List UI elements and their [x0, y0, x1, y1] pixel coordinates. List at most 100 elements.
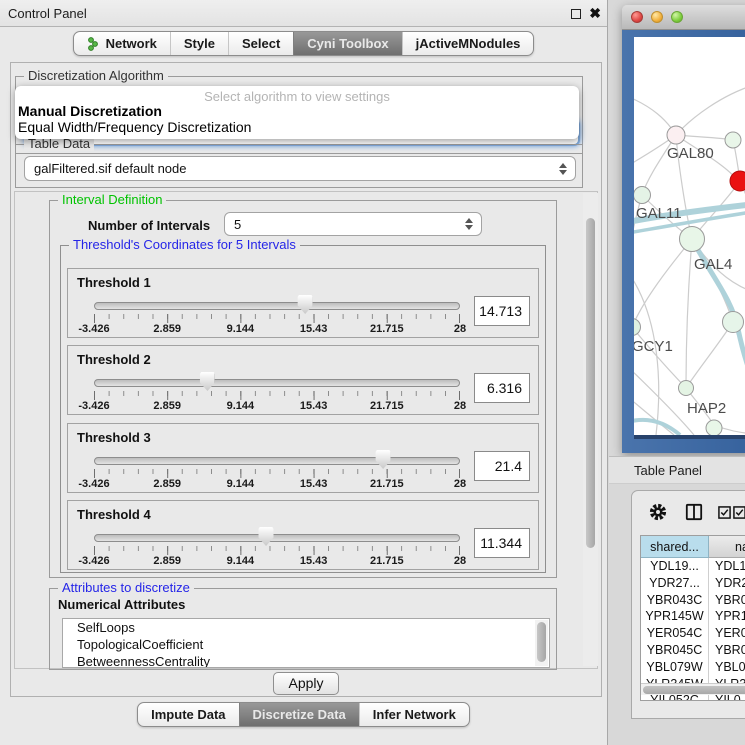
threshold-3-slider[interactable]: -3.426 2.859 9.144 15.43 21.715 28: [94, 454, 460, 488]
close-button[interactable]: [631, 11, 643, 23]
network-icon: [87, 37, 100, 51]
list-scrollbar[interactable]: [535, 620, 548, 666]
table-row[interactable]: YDL19... YDL1: [641, 558, 745, 575]
slider-thumb[interactable]: [298, 295, 313, 314]
threshold-3-value-field[interactable]: 21.4: [474, 451, 530, 481]
cell-shared-name[interactable]: YER054C: [641, 625, 709, 642]
cell-name[interactable]: YPR1: [709, 608, 745, 625]
tab-discretize-data[interactable]: Discretize Data: [239, 703, 359, 726]
threshold-1-slider[interactable]: -3.426 2.859 9.144 15.43 21.715 28: [94, 299, 460, 333]
cell-shared-name[interactable]: YBR045C: [641, 642, 709, 659]
tab-jactivemnodules[interactable]: jActiveMNodules: [402, 32, 534, 55]
tab-cyni-toolbox[interactable]: Cyni Toolbox: [293, 32, 401, 55]
float-window-icon[interactable]: [571, 9, 581, 19]
cell-shared-name[interactable]: YBL079W: [641, 659, 709, 676]
table-row[interactable]: YBR043C YBR0: [641, 592, 745, 609]
node-label-gal11: GAL11: [636, 205, 682, 222]
cell-name[interactable]: YER0: [709, 625, 745, 642]
cell-name[interactable]: YDL1: [709, 558, 745, 575]
node-selected-red[interactable]: [730, 171, 745, 191]
scrollbar-thumb[interactable]: [643, 686, 745, 694]
minimize-button[interactable]: [651, 11, 663, 23]
table-row[interactable]: YBL079W YBL0: [641, 659, 745, 676]
attributes-to-discretize-group: Attributes to discretize Numerical Attri…: [49, 588, 557, 670]
list-item[interactable]: TopologicalCoefficient: [63, 636, 549, 653]
slider-track[interactable]: [94, 457, 460, 465]
tab-impute-data[interactable]: Impute Data: [138, 703, 238, 726]
slider-thumb[interactable]: [200, 372, 215, 391]
tick-label: -3.426: [78, 323, 109, 335]
threshold-2-slider[interactable]: -3.426 2.859 9.144 15.43 21.715 28: [94, 376, 460, 410]
combo-arrows-icon: [559, 163, 567, 175]
select-all-checkbox-icon[interactable]: [718, 506, 731, 519]
node-gal4[interactable]: [680, 227, 705, 252]
deselect-all-checkbox-icon[interactable]: [733, 506, 745, 519]
column-header-shared-name[interactable]: shared...: [641, 536, 709, 558]
tick-label: 21.715: [370, 478, 404, 490]
cell-shared-name[interactable]: YPR145W: [641, 608, 709, 625]
cell-name[interactable]: YBR0: [709, 642, 745, 659]
close-icon[interactable]: ✖: [589, 5, 601, 22]
tick-label: 21.715: [370, 323, 404, 335]
node-hap2[interactable]: [679, 381, 694, 396]
slider-thumb[interactable]: [259, 527, 274, 546]
threshold-3-group: Threshold 3 -3.426 2.859 9.144 15.43 21.…: [67, 423, 539, 493]
network-canvas[interactable]: GAL80 G C GAL11 GAL4 GCY1 H HAP2: [634, 37, 745, 435]
node-top-right[interactable]: [725, 132, 741, 148]
node-gcy1[interactable]: [634, 319, 641, 336]
table-row[interactable]: YDR27... YDR2: [641, 575, 745, 592]
column-header-name[interactable]: na: [709, 536, 745, 558]
tab-network-label: Network: [106, 36, 157, 51]
table-row[interactable]: YBR045C YBR0: [641, 642, 745, 659]
slider-track[interactable]: [94, 379, 460, 387]
cell-shared-name[interactable]: YDR27...: [641, 575, 709, 592]
threshold-1-value-field[interactable]: 14.713: [474, 296, 530, 326]
cell-name[interactable]: YDR2: [709, 575, 745, 592]
node-gal80[interactable]: [667, 126, 685, 144]
slider-track[interactable]: [94, 534, 460, 542]
tick-label: 15.43: [300, 323, 328, 335]
table-row[interactable]: YPR145W YPR1: [641, 608, 745, 625]
table-data-group: Table Data galFiltered.sif default node: [15, 144, 583, 188]
slider-track[interactable]: [94, 302, 460, 310]
network-window-titlebar[interactable]: [622, 5, 745, 30]
tab-network[interactable]: Network: [74, 32, 170, 55]
settings-scrollbar[interactable]: [583, 193, 598, 666]
threshold-4-value-field[interactable]: 11.344: [474, 528, 530, 558]
tab-style[interactable]: Style: [170, 32, 228, 55]
table-horizontal-scrollbar[interactable]: [641, 683, 745, 695]
node-bottom-partial[interactable]: [706, 420, 722, 435]
table-settings-gear-icon[interactable]: [649, 503, 667, 521]
tab-impute-data-label: Impute Data: [151, 707, 225, 722]
cell-shared-name[interactable]: YDL19...: [641, 558, 709, 575]
settings-scrollpane: Interval Definition Number of Intervals …: [14, 191, 598, 669]
table-panel: shared... na YDL19... YDL1 YDR27... YDR2…: [631, 490, 745, 719]
column-layout-icon[interactable]: [685, 503, 703, 521]
slider-ticks: [94, 469, 460, 478]
tab-infer-network[interactable]: Infer Network: [359, 703, 469, 726]
algorithm-dropdown-popup: Select algorithm to view settings Manual…: [15, 86, 579, 139]
dropdown-placeholder-item[interactable]: Select algorithm to view settings: [15, 86, 579, 103]
dropdown-option-equal-width-frequency[interactable]: Equal Width/Frequency Discretization: [15, 119, 579, 135]
threshold-2-value-field[interactable]: 6.316: [474, 373, 530, 403]
tab-infer-network-label: Infer Network: [373, 707, 456, 722]
tab-select[interactable]: Select: [228, 32, 293, 55]
slider-thumb[interactable]: [376, 450, 391, 469]
apply-button[interactable]: Apply: [273, 672, 339, 695]
table-row[interactable]: YER054C YER0: [641, 625, 745, 642]
node-right-mid[interactable]: [723, 312, 744, 333]
table-data-combobox[interactable]: galFiltered.sif default node: [24, 156, 576, 181]
node-gal11[interactable]: [634, 187, 651, 204]
zoom-button[interactable]: [671, 11, 683, 23]
threshold-3-label: Threshold 3: [77, 430, 151, 445]
number-of-intervals-combobox[interactable]: 5: [224, 212, 482, 236]
list-item[interactable]: BetweennessCentrality: [63, 653, 549, 668]
dropdown-option-manual-discretization[interactable]: Manual Discretization: [15, 103, 579, 119]
cell-shared-name[interactable]: YBR043C: [641, 592, 709, 609]
list-item[interactable]: SelfLoops: [63, 619, 549, 636]
cell-name[interactable]: YBL0: [709, 659, 745, 676]
scrollbar-thumb[interactable]: [586, 218, 595, 548]
threshold-4-slider[interactable]: -3.426 2.859 9.144 15.43 21.715 28: [94, 531, 460, 565]
numerical-attributes-list[interactable]: SelfLoops TopologicalCoefficient Between…: [62, 618, 550, 668]
cell-name[interactable]: YBR0: [709, 592, 745, 609]
